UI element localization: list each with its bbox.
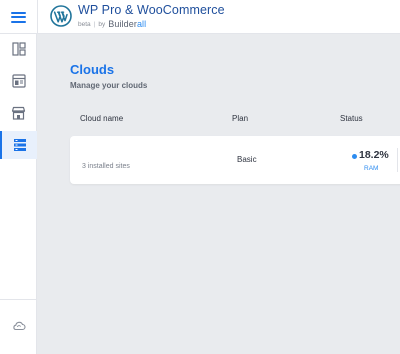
column-header-cloud-name: Cloud name: [80, 114, 124, 123]
cloud-sync-icon: [12, 321, 26, 331]
brand-main: Builder: [108, 19, 137, 29]
column-header-status: Status: [340, 114, 363, 123]
beta-badge: beta: [78, 20, 91, 28]
sidebar-item-clouds[interactable]: [0, 131, 37, 159]
main-content: Clouds Manage your clouds Cloud name Pla…: [38, 34, 400, 354]
ram-label: RAM: [364, 165, 379, 172]
wordpress-logo-icon: [50, 5, 72, 27]
sidebar-divider: [0, 299, 37, 300]
app-title: WP Pro & WooCommerce: [78, 3, 225, 17]
ram-usage-value: 18.2%: [359, 149, 389, 161]
plan-value: Basic: [237, 155, 257, 164]
by-label: by: [98, 20, 106, 28]
column-header-plan: Plan: [232, 114, 249, 123]
sidebar-item-sync[interactable]: [0, 312, 37, 340]
server-stack-icon: [13, 139, 26, 151]
page-subtitle: Manage your clouds: [70, 81, 148, 90]
cloud-row-card[interactable]: 3 installed sites Basic 18.2% RAM: [70, 136, 400, 184]
sidebar: [0, 34, 37, 354]
sidebar-item-pages[interactable]: [0, 67, 37, 95]
sidebar-item-layout[interactable]: [0, 35, 37, 63]
installed-sites-count: 3 installed sites: [82, 163, 130, 170]
browser-window-icon: [11, 74, 26, 88]
app-subtitle: beta | by Builderall: [78, 19, 146, 29]
status-dot-icon: [352, 154, 357, 159]
brand-accent: all: [136, 19, 147, 29]
header-divider: [37, 0, 38, 34]
store-icon: [11, 106, 26, 120]
layout-icon: [11, 42, 26, 56]
sidebar-item-store[interactable]: [0, 99, 37, 127]
page-title: Clouds: [70, 62, 115, 77]
menu-toggle-button[interactable]: [0, 0, 37, 34]
app-header: WP Pro & WooCommerce beta | by Builderal…: [0, 0, 400, 34]
subtitle-separator: |: [93, 20, 96, 28]
builderall-logo: Builderall: [108, 19, 146, 29]
hamburger-icon: [11, 9, 26, 25]
status-divider: [397, 148, 398, 172]
